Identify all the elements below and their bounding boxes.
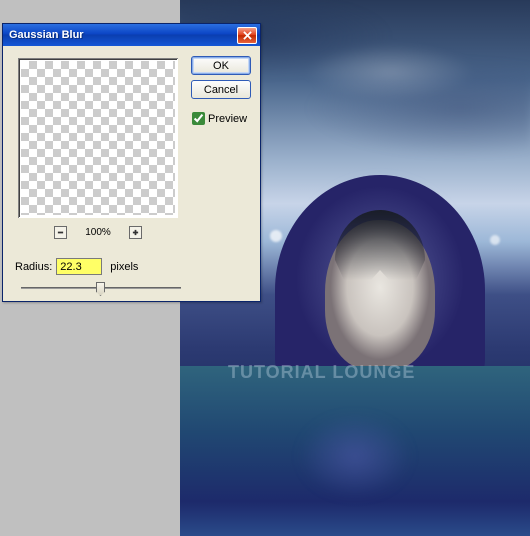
watermark-text: TUTORIAL LOUNGE [228,362,415,383]
radius-row: Radius: pixels [15,258,138,275]
close-button[interactable] [237,27,257,44]
plus-icon [132,229,139,236]
radius-units: pixels [110,261,138,273]
close-icon [243,31,252,40]
cancel-button[interactable]: Cancel [191,80,251,99]
preview-checkbox-label: Preview [208,113,247,125]
minus-icon [57,229,64,236]
water-region [180,366,530,536]
radius-label: Radius: [15,261,52,273]
dialog-body: 100% OK Cancel Preview Radius: pixels [3,46,260,301]
zoom-controls: 100% [18,224,178,240]
preview-checkbox-row[interactable]: Preview [192,112,247,125]
orb-right [490,235,500,245]
ok-button[interactable]: OK [191,56,251,75]
radius-slider[interactable] [21,280,181,296]
dialog-button-column: OK Cancel Preview [190,56,252,125]
dialog-titlebar[interactable]: Gaussian Blur [3,24,260,46]
effect-preview[interactable] [18,58,178,218]
orb-left [270,230,282,242]
zoom-in-button[interactable] [129,226,142,239]
dialog-title: Gaussian Blur [9,29,237,41]
zoom-percent: 100% [85,227,111,238]
gaussian-blur-dialog: Gaussian Blur 100% OK Cancel Preview [2,23,261,302]
transparency-checker [21,61,175,215]
slider-thumb[interactable] [96,282,105,296]
radius-input[interactable] [56,258,102,275]
zoom-out-button[interactable] [54,226,67,239]
preview-checkbox[interactable] [192,112,205,125]
